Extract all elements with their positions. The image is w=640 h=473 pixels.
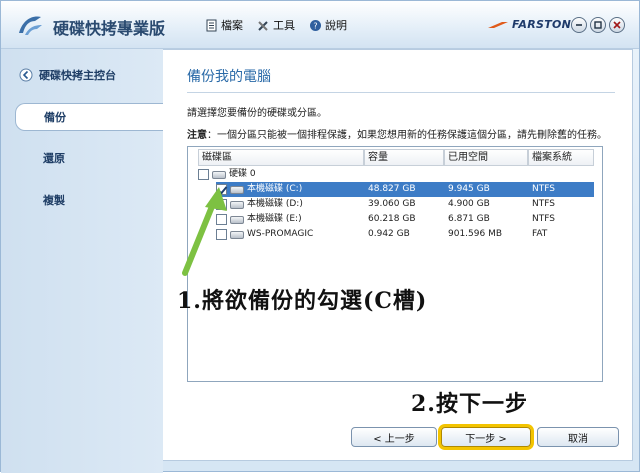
used-cell: 9.945 GB bbox=[448, 184, 490, 194]
disk-row[interactable]: 硬碟 0 bbox=[198, 167, 594, 182]
close-button[interactable] bbox=[609, 17, 625, 33]
column-header-filesystem[interactable]: 檔案系統 bbox=[528, 149, 594, 166]
sidebar-item-backup[interactable]: 備份 bbox=[15, 103, 163, 131]
app-logo-icon bbox=[19, 16, 42, 35]
hard-disk-icon bbox=[212, 170, 226, 179]
title-bar: 硬碟快拷專業版 檔案 工具 ? 說明 FARSTONE bbox=[1, 1, 639, 49]
cancel-button[interactable]: 取消 bbox=[537, 427, 619, 447]
drive-icon bbox=[230, 200, 244, 209]
capacity-cell: 60.218 GB bbox=[368, 214, 416, 224]
app-window: 硬碟快拷專業版 檔案 工具 ? 說明 FARSTONE 硬碟快拷主控台 備份 還… bbox=[0, 0, 640, 473]
note-body: ：一個分區只能被一個排程保護，如果您想用新的任務保護這個分區，請先刪除舊的任務。 bbox=[207, 130, 607, 141]
fs-cell: NTFS bbox=[532, 199, 555, 209]
table-row[interactable]: 本機磁碟 (E:) 60.218 GB 6.871 GB NTFS bbox=[216, 212, 594, 227]
used-cell: 6.871 GB bbox=[448, 214, 490, 224]
partition-checkbox-ws[interactable] bbox=[216, 229, 227, 240]
disk-checkbox[interactable] bbox=[198, 169, 209, 180]
used-cell: 901.596 MB bbox=[448, 229, 503, 239]
next-button[interactable]: 下一步 > bbox=[441, 427, 531, 447]
note-label: 注意 bbox=[187, 130, 207, 141]
app-title: 硬碟快拷專業版 bbox=[53, 19, 166, 38]
help-icon: ? bbox=[310, 19, 321, 31]
partition-checkbox-c[interactable] bbox=[216, 184, 227, 195]
fs-cell: FAT bbox=[532, 229, 548, 239]
menu-bar: 檔案 工具 ? 說明 bbox=[205, 17, 347, 33]
sidebar: 硬碟快拷主控台 備份 還原 複製 bbox=[1, 49, 163, 473]
fs-cell: NTFS bbox=[532, 214, 555, 224]
tools-icon bbox=[258, 20, 268, 31]
partition-name: 本機磁碟 (E:) bbox=[247, 214, 302, 224]
partition-list: 磁碟區 容量 已用空間 檔案系統 硬碟 0 本機磁碟 (C:) 48.827 G… bbox=[187, 146, 603, 382]
menu-tools-label: 工具 bbox=[273, 19, 295, 32]
window-controls bbox=[571, 17, 625, 33]
maximize-button[interactable] bbox=[590, 17, 606, 33]
drive-icon bbox=[230, 230, 244, 239]
capacity-cell: 0.942 GB bbox=[368, 229, 410, 239]
partition-cell: 本機磁碟 (D:) bbox=[216, 197, 364, 212]
partition-checkbox-e[interactable] bbox=[216, 214, 227, 225]
menu-file[interactable]: 檔案 bbox=[205, 17, 243, 33]
brand-logo: FARSTONE bbox=[488, 18, 579, 31]
sidebar-home-label: 硬碟快拷主控台 bbox=[39, 69, 116, 82]
sidebar-home[interactable]: 硬碟快拷主控台 bbox=[19, 67, 116, 83]
home-arrow-icon bbox=[19, 68, 33, 82]
farstone-mark-icon bbox=[488, 21, 508, 28]
partition-name: 本機磁碟 (C:) bbox=[247, 184, 303, 194]
table-row[interactable]: 本機磁碟 (C:) 48.827 GB 9.945 GB NTFS bbox=[216, 182, 594, 197]
partition-cell: 本機磁碟 (E:) bbox=[216, 212, 364, 227]
menu-file-label: 檔案 bbox=[221, 19, 243, 32]
maximize-icon bbox=[594, 21, 602, 29]
sidebar-item-clone[interactable]: 複製 bbox=[15, 187, 163, 215]
close-icon bbox=[613, 21, 621, 29]
capacity-cell: 39.060 GB bbox=[368, 199, 416, 209]
menu-help-label: 說明 bbox=[325, 19, 347, 32]
back-button[interactable]: < 上一步 bbox=[351, 427, 437, 447]
panel-title: 備份我的電腦 bbox=[187, 69, 271, 85]
partition-checkbox-d[interactable] bbox=[216, 199, 227, 210]
fs-cell: NTFS bbox=[532, 184, 555, 194]
disk-label: 硬碟 0 bbox=[229, 169, 256, 179]
table-row[interactable]: 本機磁碟 (D:) 39.060 GB 4.900 GB NTFS bbox=[216, 197, 594, 212]
capacity-cell: 48.827 GB bbox=[368, 184, 416, 194]
annotation-step2: 2.按下一步 bbox=[411, 391, 528, 417]
menu-help[interactable]: ? 說明 bbox=[309, 17, 347, 33]
used-cell: 4.900 GB bbox=[448, 199, 490, 209]
partition-cell: WS-PROMAGIC bbox=[216, 227, 364, 242]
table-row[interactable]: WS-PROMAGIC 0.942 GB 901.596 MB FAT bbox=[216, 227, 594, 242]
column-header-used[interactable]: 已用空間 bbox=[444, 149, 528, 166]
instruction-text: 請選擇您要備份的硬碟或分區。 bbox=[187, 108, 327, 119]
drive-icon bbox=[230, 185, 244, 194]
partition-name: 本機磁碟 (D:) bbox=[247, 199, 303, 209]
main-panel: 備份我的電腦 請選擇您要備份的硬碟或分區。 注意：一個分區只能被一個排程保護，如… bbox=[163, 49, 633, 461]
annotation-step1: 1.將欲備份的勾選(C槽) bbox=[177, 288, 428, 314]
file-icon bbox=[206, 19, 217, 31]
minimize-icon bbox=[576, 24, 582, 26]
list-header: 磁碟區 容量 已用空間 檔案系統 bbox=[198, 149, 594, 166]
note-text: 注意：一個分區只能被一個排程保護，如果您想用新的任務保護這個分區，請先刪除舊的任… bbox=[187, 126, 607, 141]
partition-name: WS-PROMAGIC bbox=[247, 229, 314, 239]
column-header-volume[interactable]: 磁碟區 bbox=[198, 149, 364, 166]
partition-cell: 本機磁碟 (C:) bbox=[216, 182, 364, 197]
disk-cell: 硬碟 0 bbox=[198, 167, 364, 182]
sidebar-item-restore[interactable]: 還原 bbox=[15, 145, 163, 173]
minimize-button[interactable] bbox=[571, 17, 587, 33]
brand-name: FARSTONE bbox=[512, 18, 579, 31]
title-divider bbox=[187, 92, 615, 93]
svg-text:?: ? bbox=[313, 21, 317, 30]
menu-tools[interactable]: 工具 bbox=[257, 17, 295, 33]
column-header-capacity[interactable]: 容量 bbox=[364, 149, 444, 166]
drive-icon bbox=[230, 215, 244, 224]
